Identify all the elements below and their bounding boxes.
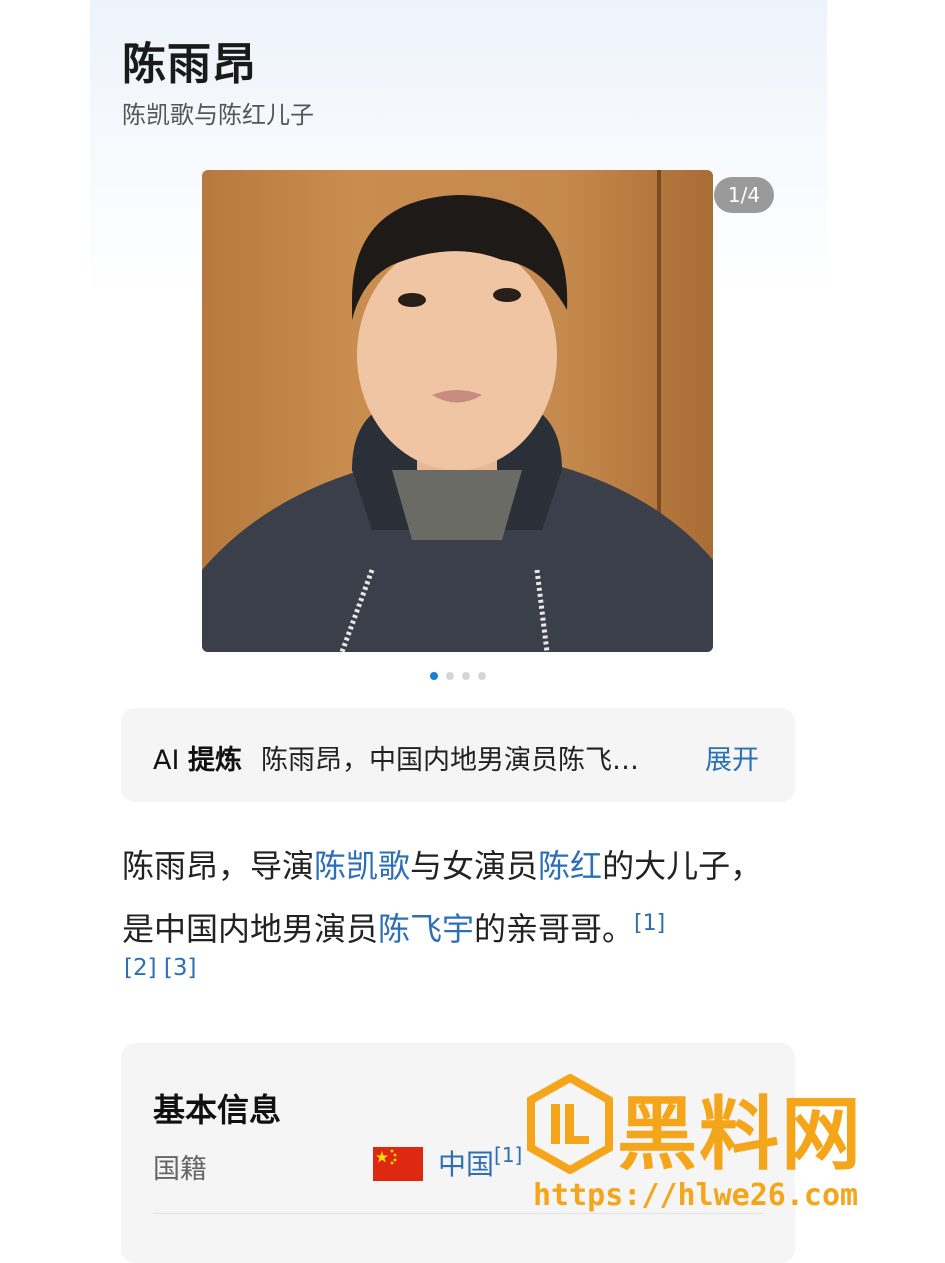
- pagination-dot[interactable]: [462, 672, 470, 680]
- right-margin: [827, 0, 945, 1247]
- watermark-text: 黑料网: [617, 1088, 863, 1181]
- watermark-url: https://hlwe26.com: [533, 1178, 859, 1213]
- watermark: 黑料网 https://hlwe26.com: [525, 1070, 915, 1220]
- intro-paragraph: 陈雨昂，导演陈凯歌与女演员陈红的大儿子，是中国内地男演员陈飞宇的亲哥哥。[1]: [122, 847, 763, 948]
- ai-summary-text: 陈雨昂，中国内地男演员陈飞…: [261, 745, 639, 776]
- basic-info-heading: 基本信息: [153, 1091, 282, 1129]
- gallery-counter: 1/4: [714, 177, 774, 213]
- page-title: 陈雨昂: [122, 39, 257, 90]
- expand-link[interactable]: 展开: [705, 738, 759, 777]
- left-margin: [0, 0, 90, 1247]
- reference-list: [2] [3]: [124, 955, 197, 981]
- reference-1[interactable]: [1]: [634, 911, 665, 936]
- ai-summary-label: AI 提炼: [153, 745, 243, 776]
- link-chen-feiyu[interactable]: 陈飞宇: [378, 910, 474, 948]
- china-flag-icon: [373, 1147, 423, 1181]
- nationality-label: 国籍: [153, 1154, 207, 1185]
- reference-2[interactable]: [2]: [124, 955, 157, 981]
- person-portrait: [202, 195, 713, 652]
- gallery-photo[interactable]: [202, 170, 713, 652]
- link-chen-kaige[interactable]: 陈凯歌: [314, 847, 410, 885]
- pagination-dot[interactable]: [478, 672, 486, 680]
- gallery-pagination[interactable]: [430, 672, 486, 680]
- ai-summary-box[interactable]: AI 提炼 陈雨昂，中国内地男演员陈飞… 展开: [121, 708, 795, 802]
- pagination-dot[interactable]: [430, 672, 438, 680]
- page-subtitle: 陈凯歌与陈红儿子: [122, 101, 314, 129]
- pagination-dot[interactable]: [446, 672, 454, 680]
- watermark-logo-icon: [527, 1074, 613, 1174]
- reference-1[interactable]: [1]: [494, 1143, 522, 1167]
- nationality-value[interactable]: 中国[1]: [438, 1143, 522, 1183]
- reference-3[interactable]: [3]: [164, 955, 197, 981]
- link-chen-hong[interactable]: 陈红: [538, 847, 602, 885]
